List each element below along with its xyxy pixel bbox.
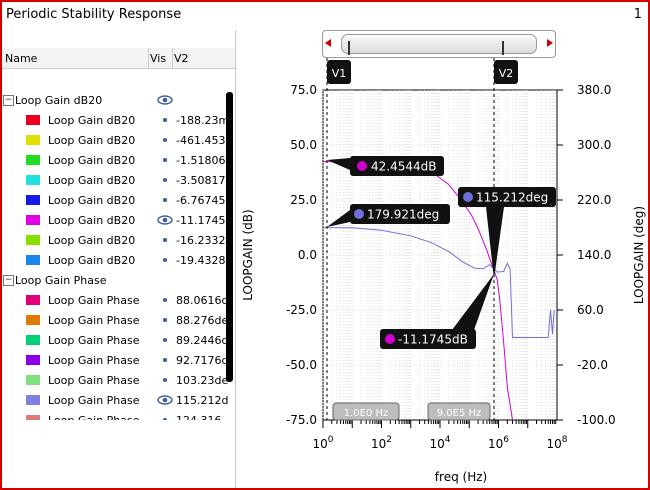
y-tick-label: -50.0 <box>286 358 317 372</box>
marker-v1-label: V1 <box>332 67 347 80</box>
y2-tick-label: 300.0 <box>577 138 611 152</box>
callout-gain-low-text: 42.4544dB <box>371 160 436 174</box>
y-tick-label: -25.0 <box>286 303 317 317</box>
x-axis-title: freq (Hz) <box>435 470 487 484</box>
y-axis-title: LOOPGAIN (dB) <box>241 209 255 300</box>
range-right-label: 9.0E5 Hz <box>437 408 482 419</box>
y2-axis-title: LOOPGAIN (deg) <box>632 206 646 304</box>
y-tick-label: 50.0 <box>290 138 317 152</box>
x-tick-label: 102 <box>371 435 392 451</box>
y-tick-label: -75.0 <box>286 413 317 427</box>
range-left-label: 1.0E0 Hz <box>344 408 389 419</box>
x-tick-label: 106 <box>488 435 509 451</box>
y2-tick-label: -100.0 <box>577 413 616 427</box>
callout-phase-high-text: 115.212deg <box>476 191 548 205</box>
y2-tick-label: 220.0 <box>577 193 611 207</box>
callout-phase-low-text: 179.921deg <box>367 208 439 222</box>
y-tick-label: 0.0 <box>298 248 317 262</box>
callout-gain-high-text: -11.1745dB <box>398 333 468 347</box>
y2-tick-label: 60.0 <box>577 303 604 317</box>
marker-v2-label: V2 <box>499 67 514 80</box>
y2-tick-label: -20.0 <box>577 358 608 372</box>
y-tick-label: 75.0 <box>290 83 317 97</box>
y-tick-label: 25.0 <box>290 193 317 207</box>
x-tick-label: 108 <box>546 435 567 451</box>
stability-plot[interactable]: 75.0 380.0 50.0 300.0 25.0 220.0 0.0 140.0 -25.0… <box>0 0 650 490</box>
y2-tick-label: 380.0 <box>577 83 611 97</box>
y2-tick-label: 140.0 <box>577 248 611 262</box>
x-tick-label: 104 <box>429 435 450 451</box>
x-tick-label: 100 <box>312 435 333 451</box>
